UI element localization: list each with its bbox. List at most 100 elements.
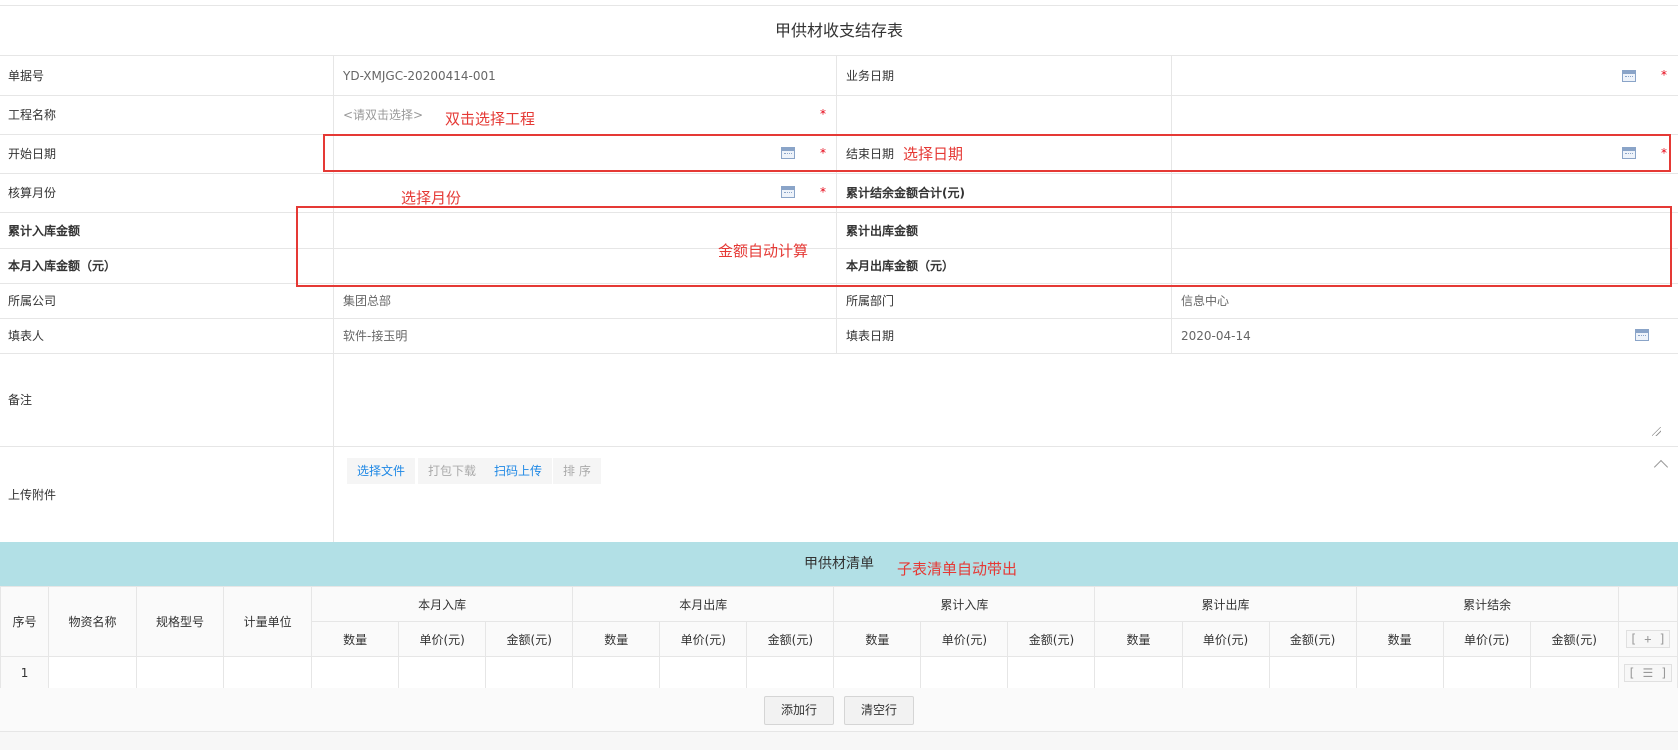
- row-cell-name[interactable]: [48, 656, 138, 690]
- col-price: 单价(元): [1442, 621, 1531, 657]
- resize-grip-icon[interactable]: [1652, 427, 1661, 436]
- add-row-tool[interactable]: [ + ]: [1625, 630, 1670, 648]
- col-price: 单价(元): [398, 621, 487, 657]
- subtable-grid: 序号 物资名称 规格型号 计量单位 本月入库 本月出库 累计入库 累计出库 累计…: [0, 586, 1678, 690]
- calendar-icon[interactable]: [781, 186, 795, 198]
- company-value: 集团总部: [343, 294, 392, 308]
- row-cell-spec[interactable]: [136, 656, 225, 690]
- row-cell[interactable]: [1529, 656, 1619, 690]
- highlight-amount-box: [296, 206, 1672, 287]
- col-amount: 金额(元): [1007, 621, 1096, 657]
- highlight-date-box: [323, 134, 1671, 172]
- col-qty: 数量: [572, 621, 661, 657]
- col-qty: 数量: [833, 621, 922, 657]
- row-cell[interactable]: [398, 656, 487, 690]
- col-amount: 金额(元): [485, 621, 574, 657]
- pack-download-button[interactable]: 打包下载: [418, 458, 487, 484]
- required-mark: *: [820, 185, 826, 199]
- col-divider: [333, 56, 334, 542]
- sort-button[interactable]: 排 序: [553, 458, 601, 484]
- col-spec: 规格型号: [136, 586, 225, 657]
- required-mark: *: [1661, 68, 1667, 82]
- row-tool-cell: [ ☰ ]: [1617, 656, 1678, 690]
- row-cell-unit[interactable]: [223, 656, 313, 690]
- remark-label: 备注: [8, 393, 33, 407]
- col-tools: [1617, 586, 1678, 622]
- row-cell[interactable]: [1094, 656, 1183, 690]
- row-cell[interactable]: [659, 656, 748, 690]
- col-group-cum-balance: 累计结余: [1355, 586, 1619, 622]
- col-price: 单价(元): [920, 621, 1009, 657]
- row-cell[interactable]: [485, 656, 574, 690]
- page-bottom: [0, 732, 1678, 750]
- biz-date-input[interactable]: [1176, 62, 1636, 89]
- form-title: 甲供材收支结存表: [0, 6, 1678, 56]
- remark-textarea[interactable]: [335, 356, 1665, 438]
- scan-upload-button[interactable]: 扫码上传: [484, 458, 553, 484]
- fill-date-value: 2020-04-14: [1181, 328, 1251, 343]
- start-date-label: 开始日期: [8, 147, 57, 161]
- clear-rows-button[interactable]: 清空行: [844, 696, 915, 725]
- row-seq: 1: [0, 656, 50, 690]
- project-label: 工程名称: [8, 108, 57, 122]
- row-menu-tool[interactable]: [ ☰ ]: [1624, 664, 1672, 682]
- row-divider: [0, 353, 1678, 354]
- month-label: 核算月份: [8, 186, 57, 200]
- fill-date-label: 填表日期: [846, 329, 895, 343]
- row-cell[interactable]: [746, 656, 835, 690]
- filler-label: 填表人: [8, 329, 45, 343]
- col-qty: 数量: [1355, 621, 1444, 657]
- form-page: 甲供材收支结存表 单据号 YD-XMJGC-20200414-001 业务日期 …: [0, 0, 1678, 750]
- calendar-icon[interactable]: [1635, 329, 1649, 341]
- subtable-title: 甲供材清单: [804, 556, 874, 572]
- filler-value: 软件-接玉明: [343, 329, 408, 343]
- col-amount: 金额(元): [1268, 621, 1357, 657]
- col-name: 物资名称: [48, 586, 138, 657]
- row-divider: [0, 318, 1678, 319]
- biz-date-label: 业务日期: [846, 69, 895, 83]
- row-divider: [0, 173, 1678, 174]
- calendar-icon[interactable]: [1622, 70, 1636, 82]
- col-price: 单价(元): [659, 621, 748, 657]
- col-seq: 序号: [0, 586, 50, 657]
- add-row-tool-cell: [ + ]: [1617, 621, 1678, 657]
- doc-no-label: 单据号: [8, 69, 45, 83]
- row-cell[interactable]: [1268, 656, 1357, 690]
- row-cell[interactable]: [833, 656, 922, 690]
- upload-label: 上传附件: [8, 487, 57, 502]
- row-divider: [0, 446, 1678, 447]
- add-row-button[interactable]: 添加行: [764, 696, 835, 725]
- row-cell[interactable]: [311, 656, 400, 690]
- col-unit: 计量单位: [223, 586, 313, 657]
- table-row: 1 [ ☰ ]: [0, 656, 1678, 690]
- row-cell[interactable]: [1181, 656, 1270, 690]
- dept-label: 所属部门: [846, 294, 895, 308]
- company-label: 所属公司: [8, 294, 57, 308]
- annotation-project: 双击选择工程: [445, 110, 536, 128]
- col-qty: 数量: [1094, 621, 1183, 657]
- dept-value: 信息中心: [1181, 294, 1230, 308]
- subtable-footer: [0, 688, 1678, 732]
- row-cell[interactable]: [920, 656, 1009, 690]
- month-input[interactable]: [340, 177, 780, 208]
- col-divider: [836, 56, 837, 353]
- required-mark: *: [820, 107, 826, 121]
- col-group-month-out: 本月出库: [572, 586, 835, 622]
- cum-in-label: 累计入库金额: [8, 223, 81, 238]
- annotation-subtable: 子表清单自动带出: [897, 560, 1018, 578]
- row-cell[interactable]: [1355, 656, 1444, 690]
- collapse-chevron-icon[interactable]: [1653, 459, 1669, 475]
- row-cell[interactable]: [572, 656, 661, 690]
- col-amount: 金额(元): [1529, 621, 1619, 657]
- month-in-label: 本月入库金额（元）: [8, 259, 117, 273]
- col-price: 单价(元): [1181, 621, 1270, 657]
- project-input[interactable]: <请双击选择>: [343, 95, 823, 134]
- doc-no-value: YD-XMJGC-20200414-001: [343, 68, 496, 83]
- col-amount: 金额(元): [746, 621, 835, 657]
- row-cell[interactable]: [1007, 656, 1096, 690]
- col-group-cum-in: 累计入库: [833, 586, 1096, 622]
- row-cell[interactable]: [1442, 656, 1531, 690]
- col-divider: [1171, 56, 1172, 353]
- select-file-button[interactable]: 选择文件: [347, 458, 416, 484]
- row-divider: [0, 95, 1678, 96]
